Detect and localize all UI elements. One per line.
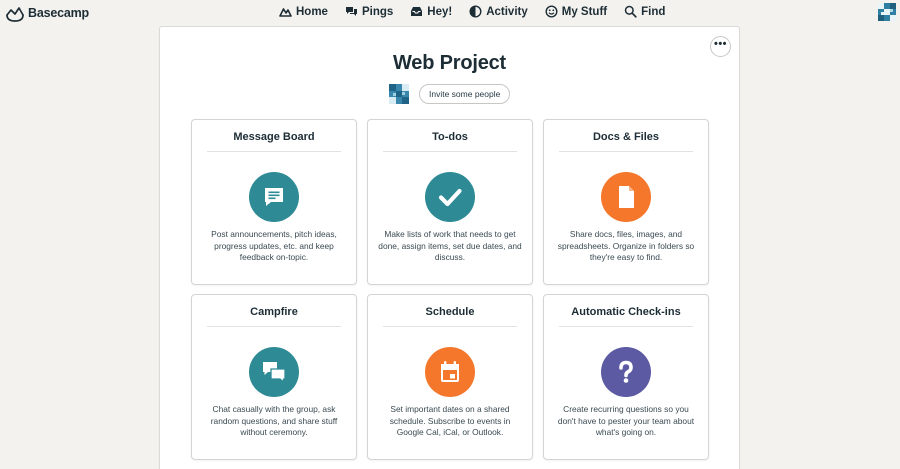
more-icon: •••	[713, 37, 728, 50]
main-nav: Home Pings Hey! Activity My Stuff Find	[279, 5, 665, 18]
invite-people-button[interactable]: Invite some people	[419, 84, 511, 104]
basecamp-logo[interactable]: Basecamp	[5, 4, 89, 22]
question-mark-icon	[601, 347, 651, 397]
divider	[383, 326, 517, 327]
divider	[383, 151, 517, 152]
inbox-icon	[411, 7, 423, 16]
nav-activity[interactable]: Activity	[469, 5, 528, 18]
tool-title: Message Board	[233, 131, 315, 143]
project-people: Invite some people	[389, 84, 511, 104]
smiley-icon	[545, 5, 558, 18]
divider	[207, 151, 341, 152]
user-avatar[interactable]	[878, 3, 896, 21]
checkmark-icon	[425, 172, 475, 222]
nav-my-stuff[interactable]: My Stuff	[545, 5, 607, 18]
tool-description: Share docs, files, images, and spreadshe…	[557, 229, 695, 262]
nav-home-label: Home	[296, 5, 328, 18]
divider	[559, 151, 693, 152]
divider	[207, 326, 341, 327]
nav-home[interactable]: Home	[279, 5, 328, 18]
search-icon	[624, 5, 637, 18]
tool-title: To-dos	[432, 131, 468, 143]
activity-icon	[469, 5, 482, 18]
tool-title: Campfire	[250, 306, 298, 318]
app-name: Basecamp	[28, 6, 89, 20]
tool-todos[interactable]: To-dos Make lists of work that needs to …	[367, 119, 533, 285]
tool-campfire[interactable]: Campfire Chat casually with the group, a…	[191, 294, 357, 460]
tool-title: Schedule	[425, 306, 475, 318]
calendar-icon	[425, 347, 475, 397]
nav-activity-label: Activity	[486, 5, 528, 18]
tool-schedule[interactable]: Schedule Set important dates on a shared…	[367, 294, 533, 460]
nav-hey[interactable]: Hey!	[410, 5, 452, 18]
nav-find-label: Find	[641, 5, 666, 18]
nav-pings-label: Pings	[361, 5, 394, 18]
tool-description: Chat casually with the group, ask random…	[210, 404, 338, 437]
tool-description: Post announcements, pitch ideas, progres…	[211, 229, 337, 262]
nav-my-stuff-label: My Stuff	[561, 5, 608, 18]
tool-automatic-check-ins[interactable]: Automatic Check-ins Create recurring que…	[543, 294, 709, 460]
basecamp-logo-icon	[6, 7, 24, 22]
home-icon	[279, 8, 292, 17]
tool-title: Automatic Check-ins	[571, 306, 681, 318]
tool-docs-files[interactable]: Docs & Files Share docs, files, images, …	[543, 119, 709, 285]
tool-message-board[interactable]: Message Board Post announcements, pitch …	[191, 119, 357, 285]
nav-find[interactable]: Find	[624, 5, 665, 18]
message-board-icon	[249, 172, 299, 222]
divider	[559, 326, 693, 327]
member-avatar[interactable]	[389, 84, 409, 104]
pings-icon	[345, 7, 357, 16]
tool-description: Set important dates on a shared schedule…	[389, 404, 511, 437]
tool-description: Create recurring questions so you don't …	[557, 404, 695, 437]
project-title: Web Project	[392, 52, 506, 74]
top-navigation: Basecamp Home Pings Hey! Activity My Stu…	[0, 0, 900, 26]
nav-pings[interactable]: Pings	[345, 5, 393, 18]
project-panel: ••• Web Project Invite some people Messa…	[159, 26, 740, 469]
tool-description: Make lists of work that needs to get don…	[378, 229, 522, 262]
document-icon	[601, 172, 651, 222]
tool-title: Docs & Files	[592, 131, 660, 143]
nav-hey-label: Hey!	[427, 5, 453, 18]
chat-bubbles-icon	[249, 347, 299, 397]
